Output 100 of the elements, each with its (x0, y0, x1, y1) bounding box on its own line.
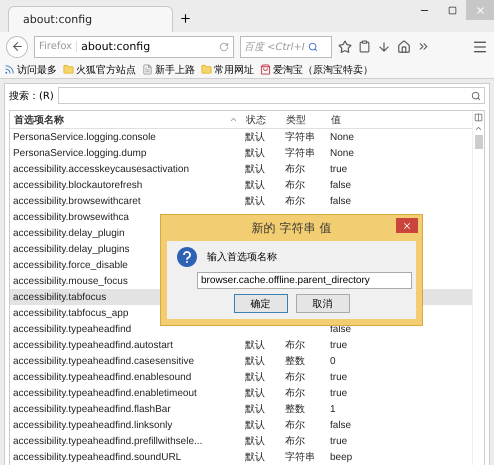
table-cell-text: 默认 (244, 195, 266, 208)
bookmark-item[interactable]: 常用网址 (201, 62, 254, 77)
table-row[interactable]: accessibility.typeaheadfind.casesensitive 默认 整数 0 (10, 353, 472, 369)
scrollbar-thumb[interactable] (474, 135, 482, 149)
table-cell-text: 0 (329, 356, 337, 366)
download-icon[interactable] (377, 40, 391, 54)
dialog-button[interactable]: 确定 (234, 294, 288, 313)
column-header[interactable]: 状态 (242, 112, 282, 126)
table-row[interactable]: PersonaService.logging.dump 默认 字符串 None (10, 145, 472, 161)
prompt-text: 输入首选项名称 (207, 250, 277, 264)
column-picker-icon[interactable] (474, 113, 483, 122)
bookmark-item[interactable]: 访问最多 (4, 62, 57, 77)
clipboard-icon[interactable] (358, 40, 371, 54)
table-row[interactable]: accessibility.typeaheadfind.enabletimeout 默认 布尔 true (10, 385, 472, 401)
table-cell-text: true (329, 436, 348, 446)
star-icon[interactable] (338, 40, 352, 54)
table-cell-text: accessibility.browsewithcaret (12, 196, 142, 206)
bookmark-item[interactable]: 爱淘宝（原淘宝特卖） (260, 62, 373, 77)
folder-icon (201, 64, 212, 76)
table-cell-text: accessibility.blockautorefresh (12, 180, 144, 190)
table-cell-text: 默认 (244, 131, 266, 144)
search-icon (308, 42, 318, 52)
home-icon[interactable] (397, 40, 411, 54)
close-icon (474, 4, 486, 16)
table-row[interactable]: accessibility.typeaheadfind.linksonly 默认 布尔 false (10, 417, 472, 433)
table-cell-text: 布尔 (284, 371, 306, 384)
table-cell-text: true (329, 340, 348, 350)
table-cell-text: PersonaService.logging.console (12, 132, 157, 142)
table-cell-text: false (329, 196, 352, 206)
table-cell-text: accessibility.typeaheadfind.soundURL (12, 452, 182, 462)
table-cell-text: accessibility.typeaheadfind.flashBar (12, 404, 172, 414)
table-cell-text: 布尔 (284, 419, 306, 432)
table-cell-text: true (329, 388, 348, 398)
page-icon (142, 64, 153, 76)
table-cell-text: 整数 (284, 403, 306, 416)
table-row[interactable]: accessibility.typeaheadfind.autostart 默认 布尔 true (10, 337, 472, 353)
table-cell-text: accessibility.accesskeycausesactivation (12, 164, 190, 174)
table-row[interactable]: accessibility.browsewithcaret 默认 布尔 false (10, 193, 472, 209)
table-cell-text: PersonaService.logging.dump (12, 148, 148, 158)
table-cell-text: 字符串 (284, 130, 316, 144)
table-cell-text: accessibility.typeaheadfind (12, 324, 132, 334)
menu-icon[interactable] (472, 38, 488, 55)
column-header[interactable]: 类型 (282, 112, 327, 126)
table-cell-text: 默认 (244, 355, 266, 368)
question-icon (177, 247, 197, 267)
table-cell-text: 默认 (244, 339, 266, 352)
table-cell-text: 默认 (244, 387, 266, 400)
bookmark-item[interactable]: 新手上路 (142, 62, 195, 77)
table-cell-text: 默认 (244, 179, 266, 192)
table-cell-text: accessibility.typeaheadfind.autostart (12, 340, 174, 350)
sort-icon (229, 115, 238, 124)
table-row[interactable]: PersonaService.logging.console 默认 字符串 None (10, 129, 472, 145)
new-tab-icon[interactable] (179, 12, 192, 26)
table-row[interactable]: accessibility.typeaheadfind.prefillwithsele... 默认 布尔 true (10, 433, 472, 449)
browser-tab[interactable]: about:config (8, 6, 173, 32)
maximize-icon (448, 6, 456, 14)
scroll-up-icon[interactable] (474, 124, 483, 133)
bookmark-item[interactable]: 火狐官方站点 (63, 62, 136, 77)
feed-icon (4, 64, 15, 76)
table-cell-text: 默认 (244, 371, 266, 384)
table-cell-text: true (329, 164, 348, 174)
table-cell-text: None (329, 132, 355, 142)
close-icon (402, 220, 412, 230)
table-cell-text: 布尔 (284, 435, 306, 448)
bag-icon (260, 64, 271, 76)
table-cell-text: false (329, 420, 352, 430)
address-field[interactable]: Firefox about:config (34, 36, 234, 58)
dialog-title: 新的 字符串 值 (252, 220, 332, 236)
close-button[interactable] (396, 218, 418, 233)
table-row[interactable]: accessibility.typeaheadfind.flashBar 默认 整数 1 (10, 401, 472, 417)
table-cell-text: None (329, 148, 355, 158)
table-cell-text: accessibility.tabfocus_app (12, 308, 130, 318)
table-cell-text: 字符串 (284, 450, 316, 464)
search-icon (471, 90, 481, 100)
table-row[interactable]: accessibility.typeaheadfind.enablesound 默认 布尔 true (10, 369, 472, 385)
table-row[interactable]: accessibility.typeaheadfind.soundURL 默认 字符串 beep (10, 449, 472, 465)
table-cell-text: 默认 (244, 419, 266, 432)
table-cell-text: 1 (329, 404, 337, 414)
table-row[interactable]: accessibility.blockautorefresh 默认 布尔 false (10, 177, 472, 193)
table-cell-text: beep (329, 452, 354, 462)
table-cell-text: 默认 (244, 403, 266, 416)
search-field[interactable] (58, 87, 485, 104)
table-cell-text: accessibility.typeaheadfind.linksonly (12, 420, 174, 430)
reload-icon[interactable] (219, 42, 229, 52)
column-header[interactable]: 首选项名称 (10, 112, 242, 126)
table-cell-text: 布尔 (284, 163, 306, 176)
table-cell-text: accessibility.tabfocus (12, 292, 108, 302)
input-field[interactable]: browser.cache.offline.parent_directory (197, 272, 412, 289)
table-cell-text: true (329, 372, 348, 382)
table-cell-text: false (329, 324, 352, 334)
table-cell-text: 默认 (244, 147, 266, 160)
dialog-button[interactable]: 取消 (296, 294, 350, 313)
back-button[interactable] (6, 36, 28, 58)
column-header[interactable]: 值 (327, 112, 472, 126)
table-cell-text: 默认 (244, 435, 266, 448)
table-cell-text: 布尔 (284, 195, 306, 208)
table-cell-text: false (329, 180, 352, 190)
table-cell-text: 布尔 (284, 387, 306, 400)
table-row[interactable]: accessibility.accesskeycausesactivation 默认 布尔 true (10, 161, 472, 177)
table-cell-text: accessibility.typeaheadfind.prefillwithsele... (12, 436, 204, 446)
